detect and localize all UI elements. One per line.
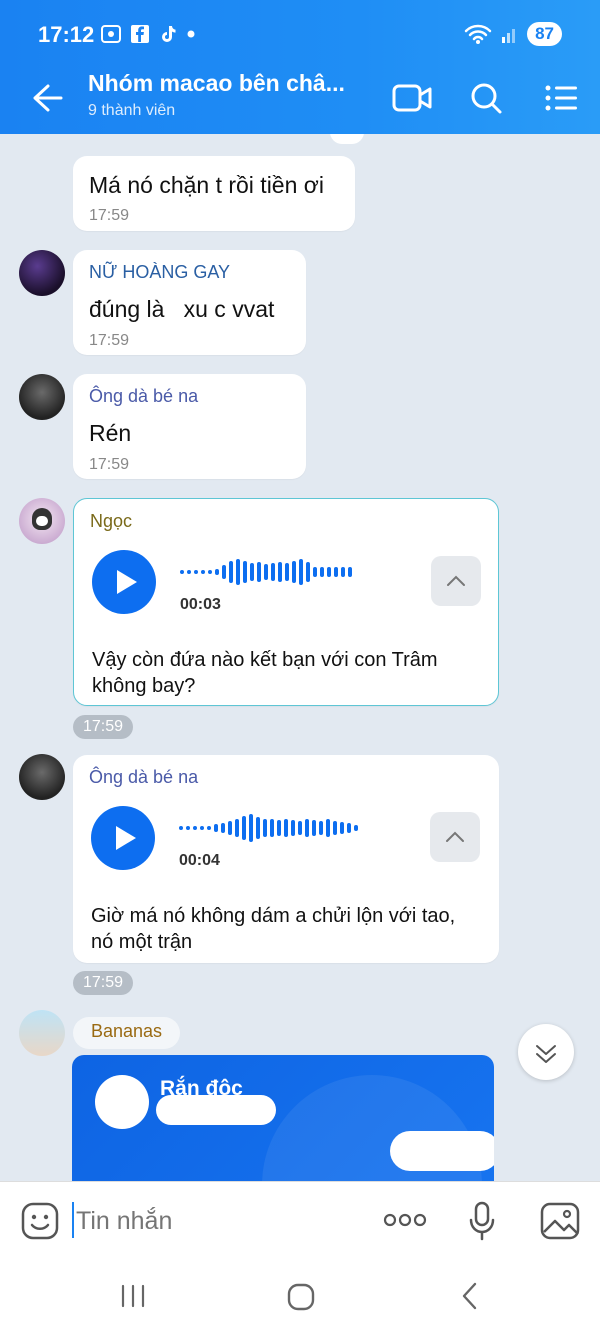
chevron-up-icon [446,831,464,842]
sender-name: Bananas [91,1021,163,1041]
signal-icon [502,29,516,43]
system-status: 87 [463,22,562,46]
contact-card[interactable]: Rắn độc [72,1055,494,1181]
message-time: 17:59 [73,971,134,995]
chat-area[interactable]: Má nó chặn t rồi tiền ơi 17:59 NỮ HOÀNG … [0,134,600,1181]
redaction-mark [156,1095,276,1125]
expand-transcript-button[interactable] [431,556,481,606]
message-input[interactable] [76,1201,366,1241]
message-bubble[interactable]: Ông dà bé na Rén 17:59 [73,374,306,479]
avatar[interactable] [19,754,65,800]
app-header: 17:12 87 Nhóm macao bên châ... 9 thành v… [0,0,600,134]
message-time: 17:59 [73,715,134,739]
message-time: 17:59 [89,456,130,473]
message-text: Má nó chặn t rồi tiền ơi [89,172,324,198]
scroll-to-bottom-button[interactable] [518,1024,574,1080]
voice-duration: 00:03 [180,596,221,613]
menu-list-icon[interactable] [540,78,584,118]
system-navigation-bar [0,1259,600,1333]
toolbar: Nhóm macao bên châ... 9 thành viên [0,66,600,134]
facebook-icon [131,25,149,43]
voice-message-bubble[interactable]: Ngọc 00:03 Vậy còn đứa nào kết bạn với c… [73,498,499,706]
double-chevron-down-icon [536,1045,556,1063]
group-title[interactable]: Nhóm macao bên châ... [88,70,358,97]
status-bar: 17:12 87 [0,0,600,66]
video-call-icon[interactable] [390,78,434,118]
play-button[interactable] [92,550,156,614]
mic-icon[interactable] [466,1200,498,1242]
waveform [179,813,358,843]
status-time: 17:12 [38,22,95,47]
voice-duration: 00:04 [179,852,220,869]
message-text: Rén [89,420,132,446]
sender-name: Ông dà bé na [89,767,199,787]
sender-name: Ông dà bé na [89,386,199,406]
message-input-bar [0,1181,600,1259]
message-text: đúng là xu c vvat [89,296,275,322]
message-time: 17:59 [89,207,130,224]
more-icon[interactable] [382,1210,428,1230]
notification-icons [100,24,196,44]
message-time: 17:59 [89,332,130,349]
home-icon[interactable] [286,1283,316,1311]
emoji-icon[interactable] [20,1201,60,1241]
screenshot-icon [101,25,121,43]
member-count[interactable]: 9 thành viên [88,102,175,120]
message-bubble[interactable]: NỮ HOÀNG GAY đúng là xu c vvat 17:59 [73,250,306,355]
contact-avatar [95,1075,149,1129]
voice-transcript: Vậy còn đứa nào kết bạn với con Trâm khô… [92,649,438,697]
back-nav-icon[interactable] [458,1281,482,1311]
waveform [180,557,352,587]
chevron-up-icon [447,575,465,586]
redaction-mark [390,1131,494,1171]
expand-transcript-button[interactable] [430,812,480,862]
voice-transcript: Giờ má nó không dám a chửi lộn với tao, … [91,905,456,953]
sender-name: Ngọc [90,511,133,531]
tiktok-icon [162,26,176,42]
back-arrow-icon[interactable] [26,78,66,118]
play-button[interactable] [91,806,155,870]
recent-apps-icon[interactable] [118,1283,148,1309]
sender-name: NỮ HOÀNG GAY [89,262,231,282]
battery-level: 87 [527,22,562,46]
sender-name-chip: Bananas [73,1017,181,1049]
avatar[interactable] [19,498,65,544]
search-icon[interactable] [464,78,508,118]
avatar[interactable] [19,1010,65,1056]
message-bubble[interactable]: Má nó chặn t rồi tiền ơi 17:59 [73,156,355,231]
text-cursor [72,1202,74,1238]
image-icon[interactable] [540,1202,580,1240]
avatar[interactable] [19,374,65,420]
dot-icon [187,30,195,38]
avatar[interactable] [19,250,65,296]
voice-message-bubble[interactable]: Ông dà bé na 00:04 Giờ má nó không dám a… [73,755,499,963]
reaction-chip[interactable] [330,134,364,144]
wifi-icon [464,24,492,44]
